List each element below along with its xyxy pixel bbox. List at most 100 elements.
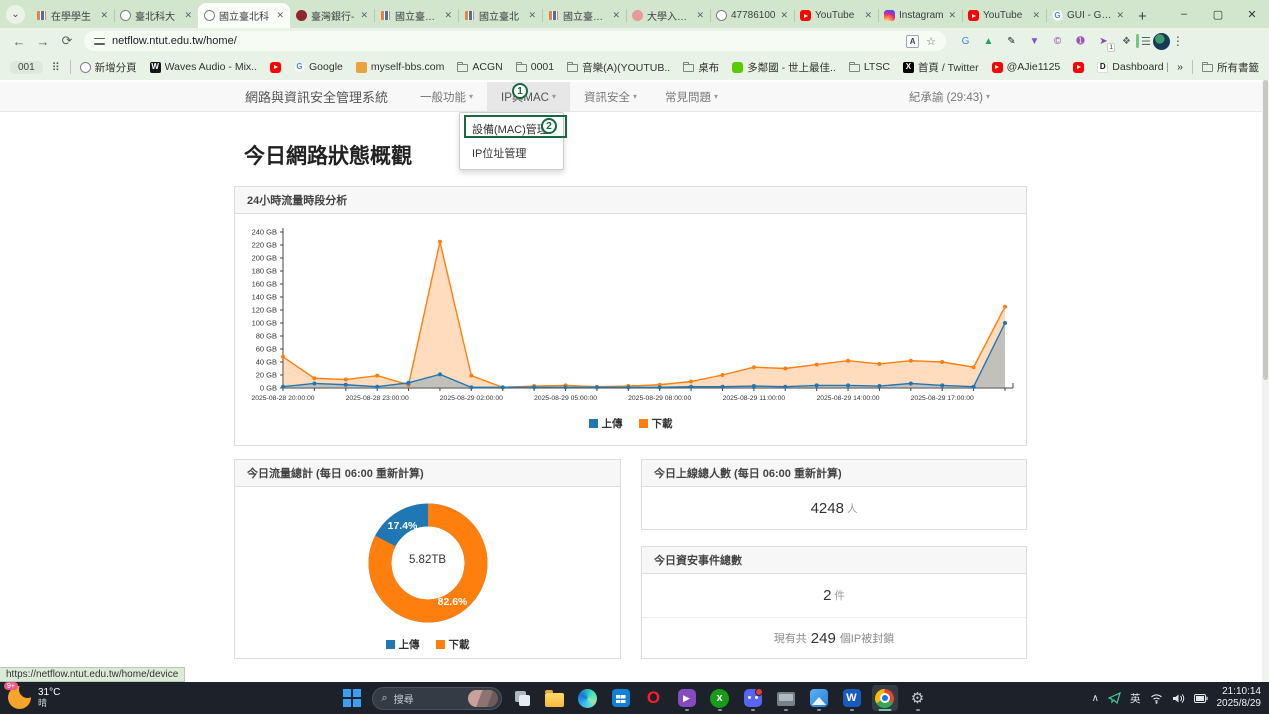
browser-tab[interactable]: GGUI - Goo✕ bbox=[1046, 3, 1130, 28]
tab-close-icon[interactable]: ✕ bbox=[864, 10, 872, 21]
site-settings-icon[interactable] bbox=[94, 37, 105, 46]
donut-chart[interactable]: 17.4% 82.6% 5.82TB bbox=[353, 491, 503, 635]
taskbar-word-icon[interactable]: W bbox=[839, 685, 865, 711]
address-bar[interactable]: netflow.ntut.edu.tw/home/ A ☆ bbox=[84, 31, 946, 51]
traffic-legend[interactable]: 上傳 下載 bbox=[235, 416, 1026, 431]
tab-close-icon[interactable]: ✕ bbox=[1032, 10, 1040, 21]
downloader-extension-icon[interactable]: ➊ bbox=[1073, 34, 1088, 49]
taskbar-remote-desktop-icon[interactable] bbox=[773, 685, 799, 711]
start-button[interactable] bbox=[339, 685, 365, 711]
bookmark-item[interactable] bbox=[270, 62, 281, 73]
taskbar-xbox-icon[interactable]: x bbox=[707, 685, 733, 711]
reload-icon[interactable]: ⟳ bbox=[56, 33, 78, 49]
site-brand[interactable]: 網路與資訊安全管理系統 bbox=[245, 82, 388, 111]
taskbar-chrome-icon[interactable] bbox=[872, 685, 898, 711]
taskbar-edge-icon[interactable] bbox=[575, 685, 601, 711]
nav-menu-IP與MAC[interactable]: IP與MAC▾ bbox=[487, 82, 570, 111]
taskbar-photos-icon[interactable] bbox=[806, 685, 832, 711]
playlist-icon[interactable]: ☰ bbox=[1141, 35, 1151, 48]
taskbar-search[interactable]: ⌕ 搜尋 bbox=[372, 687, 502, 710]
taskbar-clock[interactable]: 21:10:14 2025/8/29 bbox=[1217, 686, 1262, 711]
tab-close-icon[interactable]: ✕ bbox=[948, 10, 956, 21]
nav-menu-一般功能[interactable]: 一般功能▾ bbox=[406, 82, 487, 111]
battery-icon[interactable] bbox=[1194, 694, 1208, 703]
copyright-extension-icon[interactable]: © bbox=[1050, 34, 1065, 49]
back-icon[interactable]: ← bbox=[8, 34, 30, 49]
profile-avatar[interactable] bbox=[1153, 33, 1170, 50]
bookmark-item[interactable]: 桌布 bbox=[683, 60, 719, 75]
tab-close-icon[interactable]: ✕ bbox=[360, 10, 368, 21]
bookmark-item[interactable]: X首頁 / Twitter bbox=[903, 60, 979, 75]
browser-tab[interactable]: 大學入門3✕ bbox=[626, 3, 710, 28]
dropdown-item[interactable]: IP位址管理 bbox=[460, 141, 563, 165]
browser-tab[interactable]: 47786100✕ bbox=[710, 3, 794, 28]
browser-tab[interactable]: 國立臺北科✕ bbox=[374, 3, 458, 28]
bookmark-item[interactable]: 多鄰國 - 世上最佳.. bbox=[732, 60, 836, 75]
share-extension-icon[interactable]: ➤1 bbox=[1096, 34, 1111, 49]
apps-grid-icon[interactable]: ⠿ bbox=[52, 61, 61, 74]
browser-tab[interactable]: YouTube✕ bbox=[962, 3, 1046, 28]
browser-tab[interactable]: 臺北科大✕ bbox=[114, 3, 198, 28]
google-translate-extension-icon[interactable]: G bbox=[958, 34, 973, 49]
taskbar-settings-icon[interactable]: ⚙ bbox=[905, 685, 931, 711]
maximize-button[interactable]: ▢ bbox=[1201, 8, 1235, 21]
ime-indicator[interactable]: 英 bbox=[1130, 691, 1141, 706]
legend-item[interactable]: 下載 bbox=[436, 637, 470, 652]
tab-close-icon[interactable]: ✕ bbox=[696, 10, 704, 21]
tab-close-icon[interactable]: ✕ bbox=[184, 10, 192, 21]
browser-tab[interactable]: 臺灣銀行-✕ bbox=[290, 3, 374, 28]
donut-legend[interactable]: 上傳 下載 bbox=[235, 637, 620, 652]
close-button[interactable]: ✕ bbox=[1235, 8, 1269, 21]
bookmark-item[interactable]: LTSC bbox=[849, 61, 890, 73]
bookmark-item[interactable]: 新增分頁 bbox=[80, 60, 137, 75]
taskbar-microsoft-store-icon[interactable] bbox=[608, 685, 634, 711]
browser-tab[interactable]: Instagram✕ bbox=[878, 3, 962, 28]
new-tab-button[interactable]: + bbox=[1134, 8, 1151, 25]
weather-widget[interactable]: 9+ 31°C 晴 bbox=[8, 686, 60, 709]
browser-tab[interactable]: 國立臺北科✕ bbox=[198, 3, 290, 28]
url-text[interactable]: netflow.ntut.edu.tw/home/ bbox=[112, 35, 899, 47]
bookmark-item[interactable]: WWaves Audio - Mix.. bbox=[150, 61, 257, 73]
tab-close-icon[interactable]: ✕ bbox=[612, 10, 620, 21]
bookmarks-overflow-icon[interactable]: » bbox=[1177, 61, 1183, 73]
bookmark-item[interactable]: 音樂(A)(YOUTUB.. bbox=[567, 60, 670, 75]
forward-icon[interactable]: → bbox=[32, 34, 54, 49]
tab-close-icon[interactable]: ✕ bbox=[528, 10, 536, 21]
google-drive-extension-icon[interactable]: ▲ bbox=[981, 34, 996, 49]
pencil-extension-icon[interactable]: ✎ bbox=[1004, 34, 1019, 49]
tab-close-icon[interactable]: ✕ bbox=[780, 10, 788, 21]
taskbar-task-view-icon[interactable] bbox=[509, 685, 535, 711]
taskbar-clipchamp-icon[interactable]: ▶ bbox=[674, 685, 700, 711]
legend-item[interactable]: 上傳 bbox=[589, 416, 623, 431]
bookmark-item[interactable]: myself-bbs.com bbox=[356, 61, 445, 73]
nav-menu-常見問題[interactable]: 常見問題▾ bbox=[651, 82, 732, 111]
taskbar-discord-icon[interactable] bbox=[740, 685, 766, 711]
all-bookmarks-item[interactable]: 所有書籤 bbox=[1202, 60, 1259, 75]
user-menu[interactable]: 紀承諭 (29:43) ▾ bbox=[909, 82, 990, 111]
bookmark-item[interactable]: @AJie1125 bbox=[992, 61, 1061, 73]
bookmark-item[interactable]: 0001 bbox=[516, 61, 554, 73]
browser-menu-icon[interactable]: ⋮ bbox=[1172, 34, 1184, 48]
bookmark-star-icon[interactable]: ☆ bbox=[926, 35, 936, 48]
browser-tab[interactable]: 國立臺北✕ bbox=[458, 3, 542, 28]
bookmark-item[interactable]: DDashboard | DocH.. bbox=[1097, 61, 1168, 73]
wifi-icon[interactable] bbox=[1150, 693, 1163, 704]
browser-tab[interactable]: YouTube✕ bbox=[794, 3, 878, 28]
tab-close-icon[interactable]: ✕ bbox=[276, 10, 284, 21]
legend-item[interactable]: 下載 bbox=[639, 416, 673, 431]
tray-chevron-up-icon[interactable]: ∧ bbox=[1092, 693, 1099, 704]
legend-item[interactable]: 上傳 bbox=[386, 637, 420, 652]
bookmark-item[interactable]: GGoogle bbox=[294, 61, 343, 73]
page-scrollbar[interactable] bbox=[1262, 80, 1269, 682]
extensions-puzzle-icon[interactable]: ❖ bbox=[1119, 34, 1134, 49]
translate-page-icon[interactable]: A bbox=[906, 35, 919, 48]
browser-tab[interactable]: 在學學生✕ bbox=[30, 3, 114, 28]
bookmark-item[interactable] bbox=[1073, 62, 1084, 73]
nav-menu-資訊安全[interactable]: 資訊安全▾ bbox=[570, 82, 651, 111]
tab-search-button[interactable]: ⌄ bbox=[6, 5, 25, 24]
tab-close-icon[interactable]: ✕ bbox=[444, 10, 452, 21]
volume-icon[interactable] bbox=[1172, 693, 1185, 704]
tab-close-icon[interactable]: ✕ bbox=[1116, 10, 1124, 21]
telegram-tray-icon[interactable] bbox=[1108, 692, 1121, 704]
traffic-area-chart[interactable]: 0 GB20 GB40 GB60 GB80 GB100 GB120 GB140 … bbox=[235, 220, 1026, 416]
